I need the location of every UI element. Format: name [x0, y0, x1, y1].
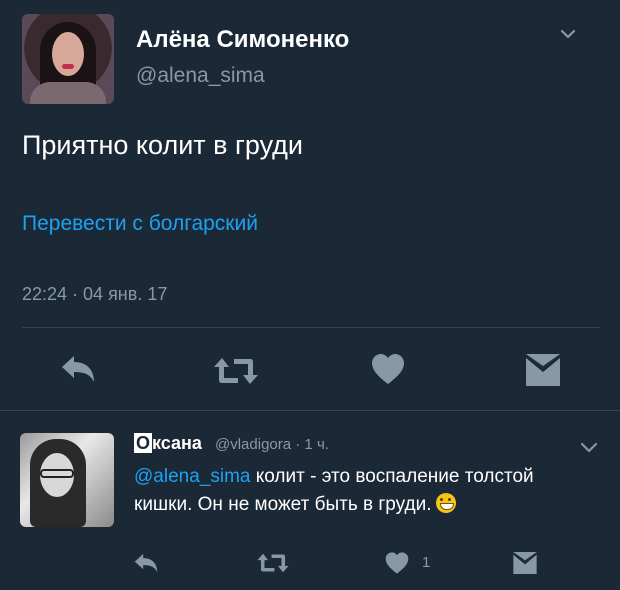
reply-icon[interactable] — [132, 551, 160, 575]
author-handle[interactable]: @alena_sima — [136, 64, 265, 88]
reply-text: @alena_sima колит - это воспаление толст… — [134, 463, 574, 519]
reply-author-handle-time[interactable]: @vladigora · 1 ч. — [215, 436, 329, 453]
retweet-icon[interactable] — [212, 356, 260, 386]
retweet-icon[interactable] — [256, 552, 290, 574]
translate-link[interactable]: Перевести с болгарский — [22, 212, 258, 236]
tweet-text: Приятно колит в груди — [22, 130, 304, 160]
grinning-face-emoji-icon — [435, 493, 456, 513]
chevron-down-icon[interactable] — [580, 441, 598, 455]
direct-message-icon[interactable] — [512, 550, 538, 576]
like-icon[interactable] — [384, 551, 410, 575]
mention-link[interactable]: @alena_sima — [134, 466, 250, 487]
chevron-down-icon[interactable] — [560, 26, 576, 42]
reply-author-initial: О — [134, 433, 153, 453]
reply-author-name-rest: ксана — [152, 433, 202, 453]
author-name[interactable]: Алёна Симоненко — [136, 26, 349, 54]
reply-icon[interactable] — [58, 352, 98, 386]
tweet-timestamp: 22:24 · 04 янв. 17 — [22, 284, 168, 304]
main-tweet: Алёна Симоненко @alena_sima Приятно коли… — [0, 0, 620, 411]
like-icon[interactable] — [370, 352, 406, 386]
reply-tweet[interactable]: Оксана @vladigora · 1 ч. @alena_sima кол… — [0, 411, 620, 590]
direct-message-icon[interactable] — [524, 352, 562, 388]
reply-author-name[interactable]: Оксана — [134, 433, 202, 454]
reply-author-avatar[interactable] — [20, 433, 114, 527]
like-count: 1 — [422, 554, 431, 571]
author-avatar[interactable] — [22, 14, 114, 104]
divider — [22, 327, 600, 328]
